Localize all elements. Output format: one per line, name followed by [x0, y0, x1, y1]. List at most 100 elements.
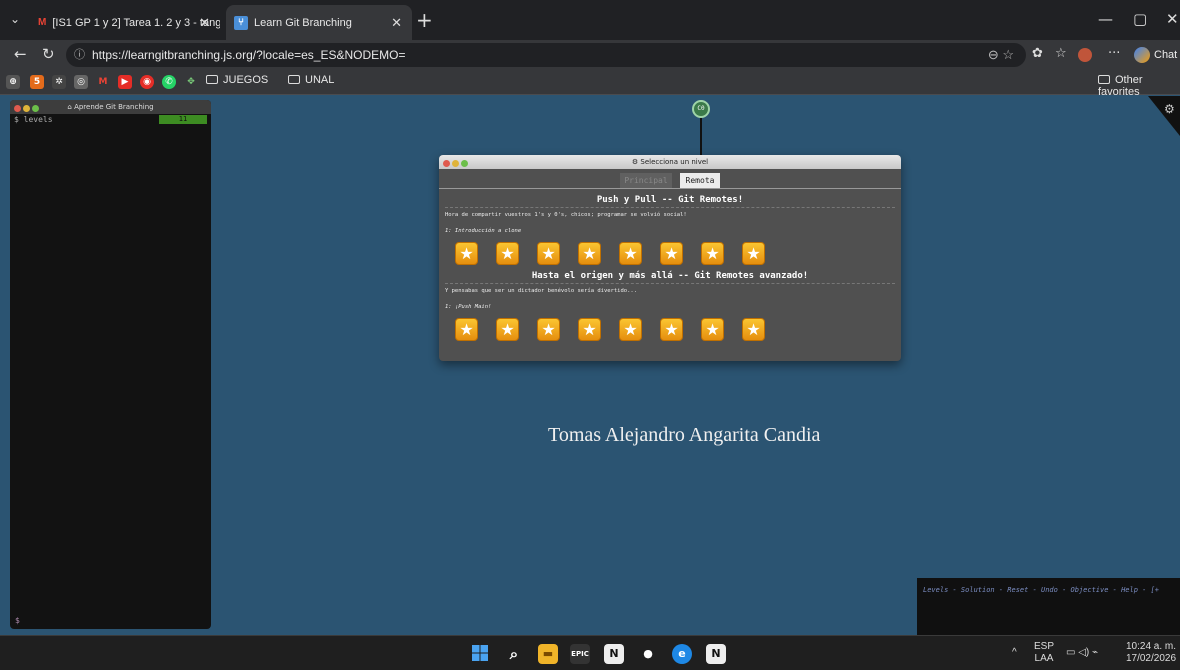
folder-label: JUEGOS	[223, 74, 269, 86]
tab-gmail[interactable]: M [IS1 GP 1 y 2] Tarea 1. 2 y 3 - tangc …	[30, 5, 220, 40]
copilot-icon	[1134, 47, 1150, 64]
back-arrow-icon[interactable]: ←	[14, 45, 27, 63]
commit-edge	[700, 118, 702, 158]
git-branching-icon: ⑂	[234, 15, 248, 30]
minimize-dot-icon[interactable]	[23, 105, 30, 112]
whatsapp-bookmark-icon[interactable]: ✆	[162, 75, 176, 89]
level-section-push-pull: Push y Pull -- Git Remotes! Hora de comp…	[439, 195, 901, 265]
terminal-title: Aprende Git Branching	[74, 103, 154, 111]
more-menu-icon[interactable]: ···	[1108, 46, 1120, 61]
gmail-bookmark-icon[interactable]: M	[96, 75, 110, 89]
level-star-icon[interactable]: ★	[455, 242, 478, 265]
bookmark-icon[interactable]: ⊕	[6, 75, 20, 89]
level-star-icon[interactable]: ★	[496, 318, 519, 341]
show-hidden-icons-chevron[interactable]: ^	[1012, 647, 1017, 659]
level-star-icon[interactable]: ★	[619, 318, 642, 341]
notion-icon[interactable]: N	[604, 644, 624, 664]
copilot-chat-button[interactable]: Chat	[1134, 46, 1180, 64]
reload-icon[interactable]: ↻	[42, 45, 55, 63]
extensions-icon[interactable]: ✿	[1032, 46, 1043, 61]
close-window-icon[interactable]: ✕	[1166, 10, 1179, 28]
terminal-panel: ⌂ Aprende Git Branching $ levels 11 $	[10, 100, 211, 629]
terminal-history-line: $ levels 11	[10, 114, 211, 125]
youtube-bookmark-icon[interactable]: ▶	[118, 75, 132, 89]
windows-start-icon[interactable]	[470, 644, 490, 664]
section-description: Hora de compartir vuestros 1's y 0's, ch…	[445, 212, 687, 218]
tab-principal[interactable]: Principal	[620, 173, 672, 188]
maximize-dot-icon[interactable]	[461, 160, 468, 167]
terminal-status-badge: 11	[159, 115, 207, 124]
modal-titlebar: ⚙ Selecciona un nivel	[439, 155, 901, 169]
level-star-icon[interactable]: ★	[455, 318, 478, 341]
site-info-icon[interactable]: ⓘ	[74, 43, 85, 67]
level-star-icon[interactable]: ★	[701, 318, 724, 341]
bookmark-icon[interactable]: ◉	[140, 75, 154, 89]
folder-icon	[1098, 75, 1110, 84]
level-star-icon[interactable]: ★	[660, 242, 683, 265]
profile-avatar[interactable]	[1078, 48, 1092, 62]
browser-tab-bar: ⌄ M [IS1 GP 1 y 2] Tarea 1. 2 y 3 - tang…	[0, 0, 1180, 40]
bookmark-folder-unal[interactable]: UNAL	[288, 74, 334, 86]
url-input[interactable]: ⓘ https://learngitbranching.js.org/?loca…	[66, 43, 1026, 67]
maximize-dot-icon[interactable]	[32, 105, 39, 112]
app-icon[interactable]: ●	[638, 644, 658, 664]
level-star-icon[interactable]: ★	[742, 318, 765, 341]
zoom-star-icons[interactable]: ⊖ ☆	[988, 43, 1014, 67]
clock[interactable]: 10:24 a. m. 17/02/2026	[1124, 641, 1178, 665]
notion-calendar-icon[interactable]: N	[706, 644, 726, 664]
modal-title: Selecciona un nivel	[640, 158, 709, 166]
level-star-icon[interactable]: ★	[537, 318, 560, 341]
bookmark-folder-juegos[interactable]: JUEGOS	[206, 74, 268, 86]
new-tab-plus-icon[interactable]: +	[416, 8, 433, 32]
edge-icon[interactable]: e	[672, 644, 692, 664]
tab-learn-git-branching[interactable]: ⑂ Learn Git Branching ✕	[226, 5, 412, 40]
file-explorer-icon[interactable]: ▬	[538, 644, 558, 664]
network-volume-battery-icons[interactable]: ▭ ◁) ⌁	[1066, 647, 1098, 659]
commit-node[interactable]: C0	[692, 100, 710, 118]
close-dot-icon[interactable]	[14, 105, 21, 112]
section-subtitle: 1: Introducción a clone	[445, 228, 522, 234]
level-star-icon[interactable]: ★	[619, 242, 642, 265]
chat-label: Chat	[1154, 49, 1178, 61]
command-bar-links[interactable]: Levels - Solution - Reset - Undo - Objec…	[923, 586, 1159, 594]
language-code: ESP	[1034, 641, 1055, 652]
search-icon[interactable]: ⌕	[504, 644, 524, 664]
bookmark-icon[interactable]: ◎	[74, 75, 88, 89]
divider	[445, 207, 895, 208]
folder-label: UNAL	[305, 74, 335, 86]
section-heading: Push y Pull -- Git Remotes!	[596, 195, 744, 205]
tab-title: [IS1 GP 1 y 2] Tarea 1. 2 y 3 - tangc	[52, 16, 220, 29]
overlay-name-text: Tomas Alejandro Angarita Candia	[548, 424, 821, 446]
folder-icon	[206, 75, 218, 84]
level-star-icon[interactable]: ★	[496, 242, 519, 265]
level-star-icon[interactable]: ★	[578, 318, 601, 341]
address-toolbar: ← ↻ ⓘ https://learngitbranching.js.org/?…	[0, 40, 1180, 70]
bookmark-icon[interactable]: 5	[30, 75, 44, 89]
other-favorites-folder[interactable]: Other favorites	[1098, 74, 1180, 98]
bookmark-icon[interactable]: ✲	[52, 75, 66, 89]
language-indicator[interactable]: ESP LAA	[1034, 641, 1054, 665]
close-tab-icon[interactable]: ✕	[199, 15, 210, 31]
close-tab-icon[interactable]: ✕	[391, 15, 402, 31]
minimize-icon[interactable]: —	[1098, 10, 1113, 28]
maximize-icon[interactable]: ▢	[1133, 10, 1147, 28]
terminal-prompt[interactable]: $	[15, 616, 20, 625]
folder-icon	[288, 75, 300, 84]
level-select-modal: ⚙ Selecciona un nivel Principal Remota P…	[439, 155, 901, 361]
minimize-dot-icon[interactable]	[452, 160, 459, 167]
gear-icon[interactable]: ⚙	[1164, 102, 1175, 116]
level-star-icon[interactable]: ★	[578, 242, 601, 265]
epic-games-icon[interactable]: EPIC	[570, 644, 590, 664]
level-section-advanced-remotes: Hasta el origen y más allá -- Git Remote…	[439, 271, 901, 341]
close-dot-icon[interactable]	[443, 160, 450, 167]
tab-remota[interactable]: Remota	[680, 173, 720, 188]
level-star-icon[interactable]: ★	[660, 318, 683, 341]
gmail-icon: M	[38, 16, 47, 28]
level-star-icon[interactable]: ★	[742, 242, 765, 265]
terminal-titlebar: ⌂ Aprende Git Branching	[10, 100, 211, 114]
tab-list-chevron-icon[interactable]: ⌄	[10, 12, 20, 26]
favorites-icon[interactable]: ☆	[1055, 46, 1067, 61]
bookmark-icon[interactable]: ✥	[184, 75, 198, 89]
level-star-icon[interactable]: ★	[701, 242, 724, 265]
level-star-icon[interactable]: ★	[537, 242, 560, 265]
